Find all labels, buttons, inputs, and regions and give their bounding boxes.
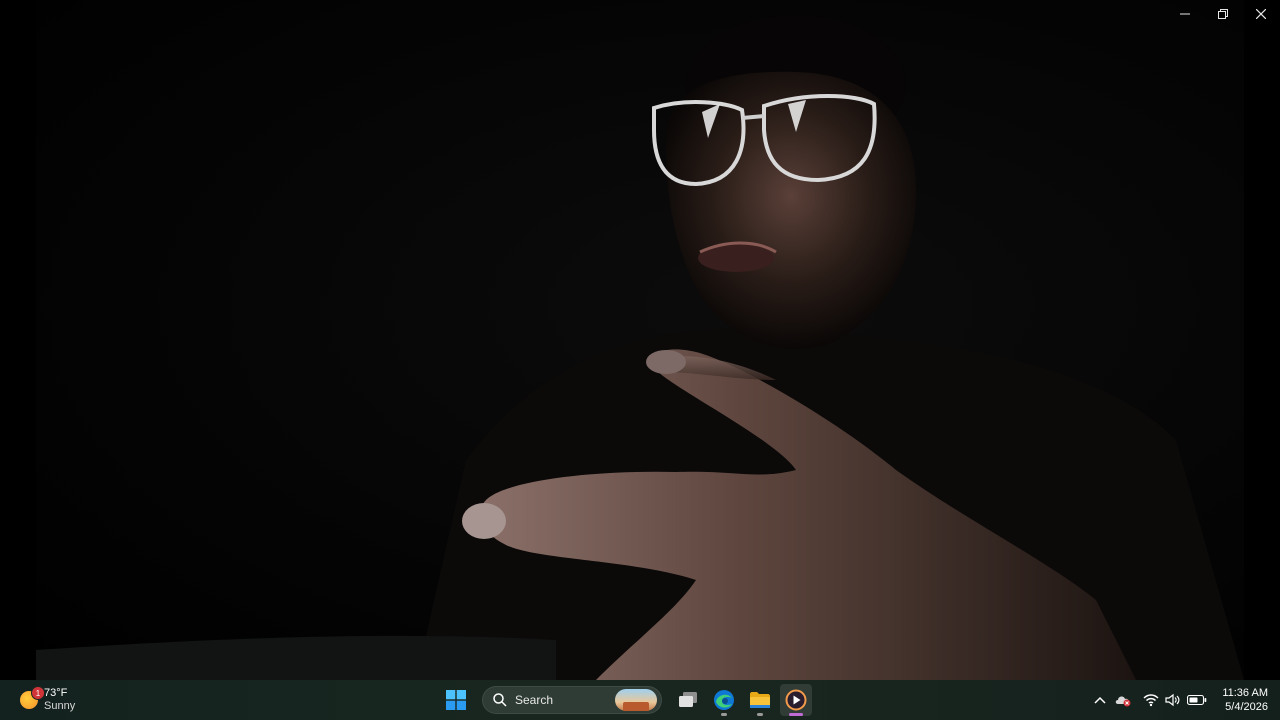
folder-icon	[750, 692, 770, 708]
weather-widget[interactable]: 1 73°F Sunny	[14, 684, 81, 716]
sun-icon: 1	[20, 686, 45, 709]
notification-badge: 1	[31, 686, 45, 700]
battery-icon	[1187, 694, 1207, 706]
edge-icon	[714, 690, 734, 710]
minimize-icon	[1180, 13, 1190, 15]
running-indicator	[757, 713, 763, 716]
close-icon	[1256, 9, 1266, 19]
search-placeholder: Search	[515, 693, 554, 707]
taskbar-center: Search	[440, 680, 812, 720]
clock-date: 5/4/2026	[1225, 701, 1268, 713]
desktop-screen: 1 73°F Sunny Search 11:36 AM 5/4/2026	[0, 0, 1280, 720]
close-button[interactable]	[1242, 0, 1280, 28]
media-player-icon	[785, 689, 807, 711]
clock-time: 11:36 AM	[1222, 687, 1268, 699]
running-indicator	[721, 713, 727, 716]
volume-icon	[1165, 693, 1180, 707]
quick-settings-button[interactable]	[1136, 684, 1214, 716]
video-content-image	[36, 15, 1244, 680]
task-view-button[interactable]	[672, 684, 704, 716]
task-view-icon	[679, 692, 697, 707]
minimize-button[interactable]	[1166, 0, 1204, 28]
active-indicator	[789, 713, 803, 716]
windows-logo-icon	[446, 690, 466, 710]
video-frame[interactable]	[36, 0, 1244, 680]
restore-button[interactable]	[1204, 0, 1242, 28]
media-player-window	[0, 0, 1280, 680]
weather-temperature: 73°F	[44, 687, 68, 699]
edge-button[interactable]	[708, 684, 740, 716]
system-tray: 11:36 AM 5/4/2026	[1090, 680, 1280, 720]
start-button[interactable]	[440, 684, 472, 716]
file-explorer-button[interactable]	[744, 684, 776, 716]
restore-icon	[1218, 9, 1228, 19]
chevron-up-icon	[1094, 696, 1106, 704]
taskbar: 1 73°F Sunny Search 11:36 AM 5/4/2026	[0, 680, 1280, 720]
search-box[interactable]: Search	[482, 686, 662, 714]
onedrive-icon	[1116, 696, 1131, 707]
clock[interactable]: 11:36 AM 5/4/2026	[1214, 684, 1280, 716]
weather-text: 73°F Sunny	[44, 687, 75, 713]
onedrive-tray-button[interactable]	[1110, 684, 1136, 716]
show-hidden-icons-button[interactable]	[1090, 684, 1110, 716]
media-player-button[interactable]	[780, 684, 812, 716]
window-controls	[1166, 0, 1280, 28]
wifi-icon	[1143, 694, 1159, 707]
search-highlight-image[interactable]	[615, 689, 657, 711]
search-icon	[493, 693, 507, 707]
weather-condition: Sunny	[44, 700, 76, 712]
